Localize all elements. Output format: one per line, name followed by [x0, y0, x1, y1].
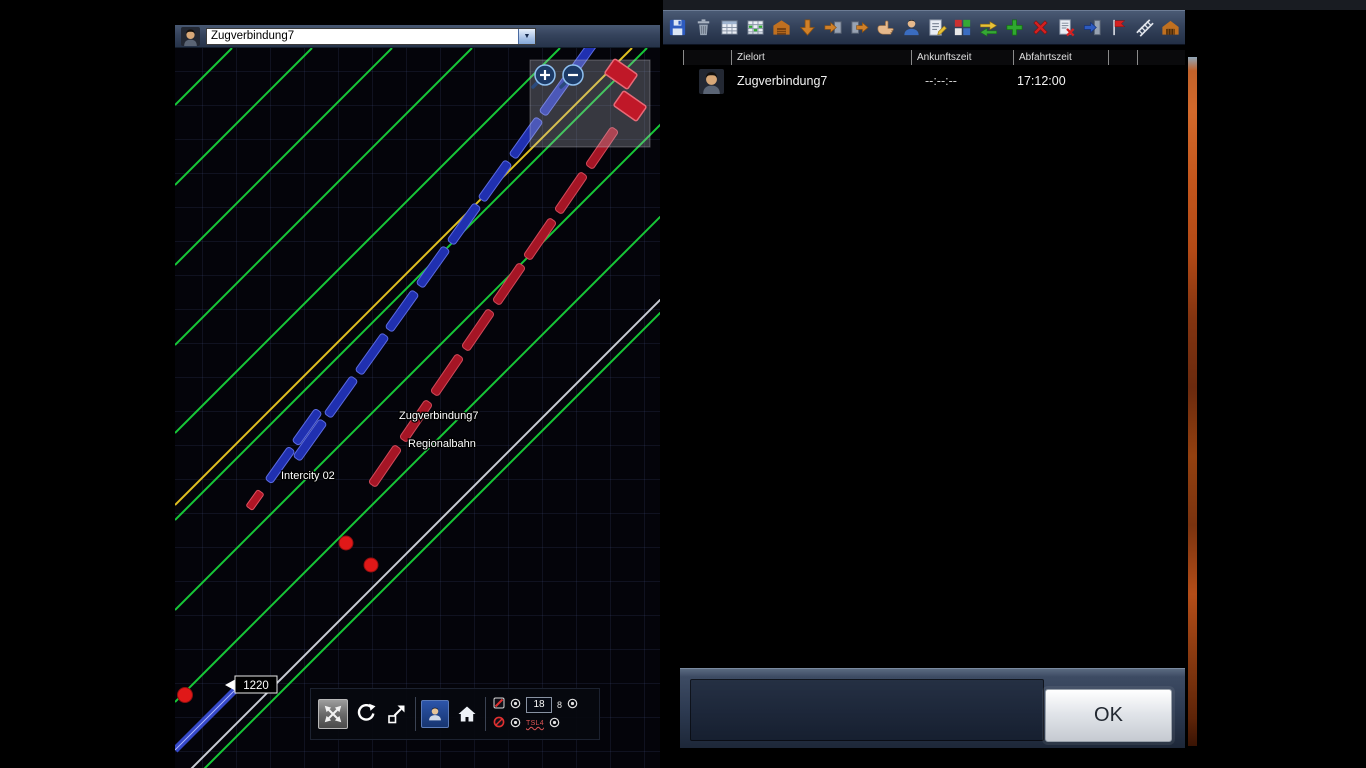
map-toolbar: 18 8 TSL4: [310, 688, 600, 740]
table-header: Zielort Ankunftszeit Abfahrtszeit: [683, 50, 1185, 65]
depot-shed-icon[interactable]: [1158, 14, 1182, 42]
track-map[interactable]: Zugverbindung7 Regionalbahn Intercity 02…: [175, 48, 660, 768]
column-ankunftszeit[interactable]: Ankunftszeit: [911, 50, 1013, 65]
train-label-regionalbahn: Regionalbahn: [408, 438, 476, 450]
driver-icon[interactable]: [899, 14, 923, 42]
background-3d-scene-sliver: [1188, 57, 1197, 746]
save-icon[interactable]: [666, 14, 690, 42]
train-label-zugverbindung7: Zugverbindung7: [399, 410, 479, 422]
radar-options-cluster: 18 8 TSL4: [493, 697, 578, 732]
schedule-toolbar: [663, 10, 1185, 45]
signal-dots[interactable]: [178, 536, 379, 703]
move-down-icon[interactable]: [796, 14, 820, 42]
range-value-box[interactable]: 18: [526, 697, 552, 713]
delete-icon[interactable]: [692, 14, 716, 42]
row-driver-avatar-icon: [699, 69, 724, 94]
column-zielort[interactable]: Zielort: [731, 50, 911, 65]
put-in-icon[interactable]: [821, 14, 845, 42]
train-select[interactable]: Zugverbindung7 ▼: [206, 28, 536, 45]
schedule-list[interactable]: Zugverbindung7 --:--:-- 17:12:00: [663, 65, 1185, 668]
column-extra-2[interactable]: [1137, 50, 1184, 65]
radio-icon[interactable]: [510, 715, 521, 733]
dialog-footer: OK: [680, 668, 1185, 748]
radio-icon[interactable]: [510, 696, 521, 714]
column-extra-1[interactable]: [1108, 50, 1137, 65]
edit-schedule-icon[interactable]: [925, 14, 949, 42]
toolbar-divider: [485, 697, 486, 731]
remove-icon[interactable]: [1029, 14, 1053, 42]
home-icon[interactable]: [454, 701, 480, 727]
row-abfahrtszeit: 17:12:00: [1013, 74, 1108, 88]
take-out-icon[interactable]: [847, 14, 871, 42]
schedule-row[interactable]: Zugverbindung7 --:--:-- 17:12:00: [683, 66, 1185, 96]
count-label: 8: [557, 700, 562, 710]
add-icon[interactable]: [1003, 14, 1027, 42]
train-select-value: Zugverbindung7: [207, 29, 518, 44]
radio-icon[interactable]: [549, 715, 560, 733]
white-track-line[interactable]: [175, 48, 660, 768]
tracks-icon[interactable]: [1132, 14, 1156, 42]
train-label-intercity: Intercity 02: [281, 470, 335, 482]
distance-value: 1220: [243, 680, 269, 692]
rotate-icon[interactable]: [353, 701, 379, 727]
flag-icon[interactable]: [1106, 14, 1130, 42]
footer-inset: [690, 679, 1044, 741]
top-strip: [663, 0, 1366, 10]
move-tool-button[interactable]: [318, 699, 348, 729]
row-zielort: Zugverbindung7: [731, 74, 911, 88]
block-palette-icon[interactable]: [951, 14, 975, 42]
delete-document-icon[interactable]: [1055, 14, 1079, 42]
driver-avatar-icon: [181, 27, 200, 46]
scale-icon[interactable]: [384, 701, 410, 727]
hand-icon[interactable]: [873, 14, 897, 42]
signal-a-icon[interactable]: [493, 696, 505, 714]
table-cells-icon[interactable]: [744, 14, 768, 42]
ok-button[interactable]: OK: [1045, 689, 1172, 742]
table-icon[interactable]: [718, 14, 742, 42]
column-abfahrtszeit[interactable]: Abfahrtszeit: [1013, 50, 1108, 65]
camera-view-button[interactable]: [421, 700, 449, 728]
swap-direction-icon[interactable]: [977, 14, 1001, 42]
radar-header: Zugverbindung7 ▼: [175, 25, 660, 48]
toolbar-divider: [415, 697, 416, 731]
signal-b-icon[interactable]: [493, 715, 505, 733]
radio-icon[interactable]: [567, 696, 578, 714]
depot-icon[interactable]: [770, 14, 794, 42]
column-icon[interactable]: [683, 50, 731, 65]
green-track-lines[interactable]: [175, 48, 660, 768]
row-ankunftszeit: --:--:--: [911, 74, 1013, 88]
tsl-label: TSL4: [526, 720, 544, 727]
enter-icon[interactable]: [1081, 14, 1105, 42]
dropdown-arrow-icon[interactable]: ▼: [518, 29, 535, 44]
app-window: Zugverbindung7 ▼: [0, 0, 1366, 768]
